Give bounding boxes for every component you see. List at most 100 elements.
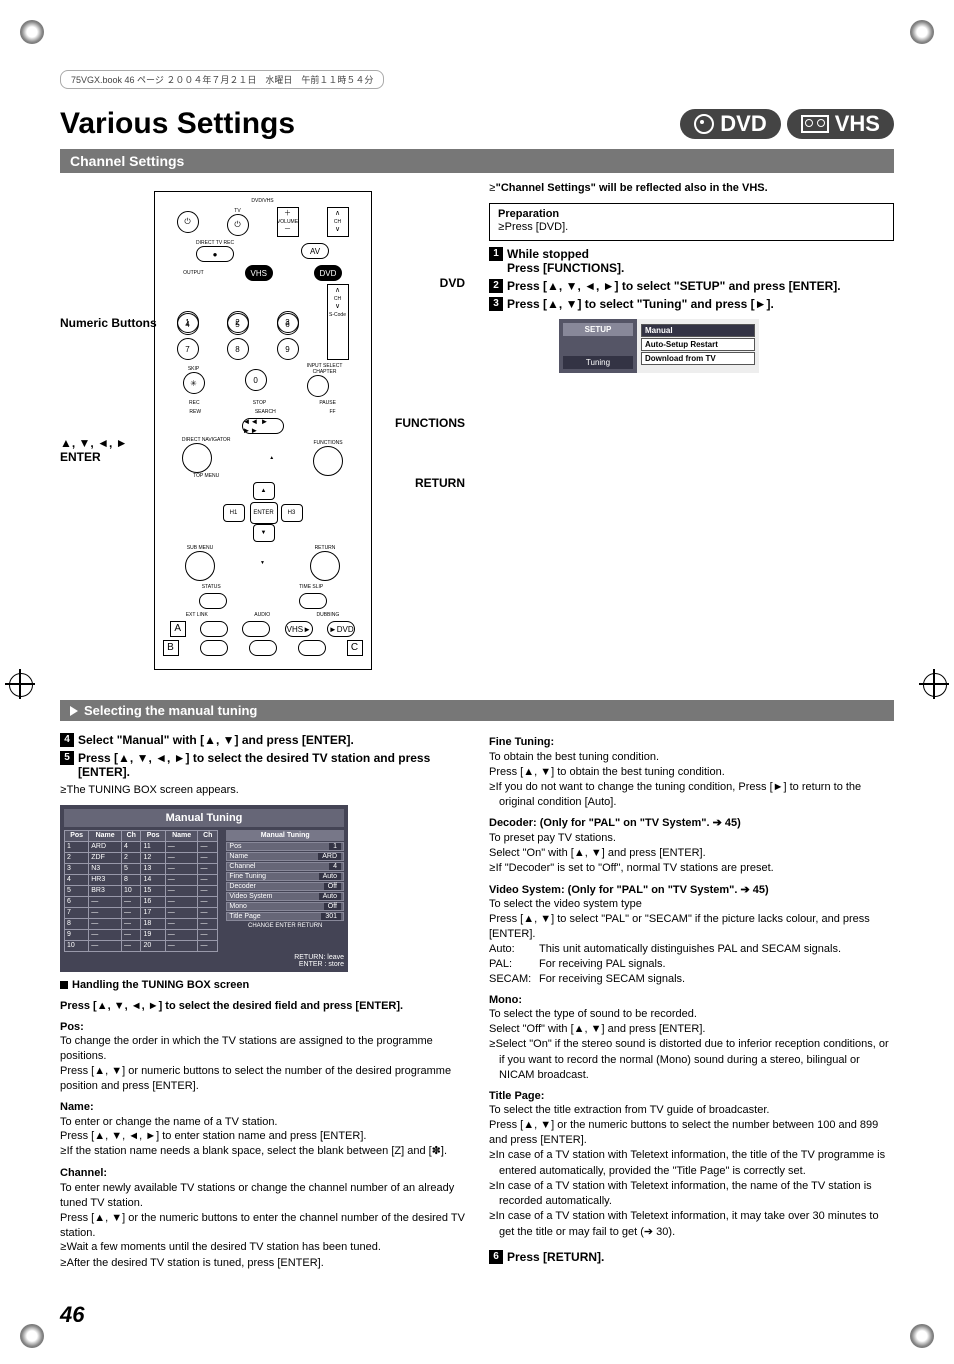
sub-section-selecting: Selecting the manual tuning (60, 700, 894, 721)
mono-p2: Select "Off" with [▲, ▼] and press [ENTE… (489, 1022, 894, 1037)
return-button-icon (310, 551, 340, 581)
decoder-head: Decoder: (Only for "PAL" on "TV System".… (489, 816, 894, 831)
status-button-icon (199, 593, 227, 609)
remote-lbl-pause: PAUSE (319, 400, 336, 406)
name-p1: To enter or change the name of a TV stat… (60, 1115, 465, 1130)
ch-rocker-2-icon: ∧ CH ∨ S-Code (327, 284, 349, 360)
channel-p1: To enter newly available TV stations or … (60, 1181, 465, 1211)
dvd-badge: DVD (680, 109, 780, 139)
decoder-p2: Select "On" with [▲, ▼] and press [ENTER… (489, 846, 894, 861)
crop-mark-icon (910, 1324, 934, 1348)
preparation-box: Preparation ≥Press [DVD]. (489, 203, 894, 241)
remote-lbl-directnav: DIRECT NAVIGATOR (182, 437, 231, 443)
remote-lbl-audio: AUDIO (254, 612, 270, 618)
preparation-title: Preparation (498, 208, 885, 220)
av-button-icon: AV (301, 243, 329, 259)
submenu-button-icon (185, 551, 215, 581)
video-head: Video System: (Only for "PAL" on "TV Sys… (489, 883, 894, 898)
table-row: 2ZDF212—— (65, 852, 218, 863)
preparation-item: ≥Press [DVD]. (498, 220, 885, 236)
num-4-button: 4 (177, 313, 199, 335)
table-row: 6——16—— (65, 896, 218, 907)
sub-section-label: Selecting the manual tuning (84, 703, 257, 718)
playbar-button-icon: ◄◄ ► ►► (242, 418, 284, 434)
remote-lbl-ff: FF (329, 409, 335, 415)
remote-lbl-topmenu: TOP MENU (182, 473, 231, 479)
kv-row: Pos1 (226, 842, 344, 851)
table-row: 4HR3814—— (65, 874, 218, 885)
volume-rocker-icon: ＋ VOLUME － (277, 207, 299, 237)
setup-panel-title: SETUP (563, 323, 633, 336)
pos-head: Pos: (60, 1020, 465, 1035)
th-ch: Ch (121, 830, 141, 841)
remote-lbl-tv: TV (227, 208, 249, 214)
directrec-button-icon: ● (196, 246, 234, 262)
section-channel-settings: Channel Settings (60, 149, 894, 173)
fine-b1: ≥If you do not want to change the tuning… (489, 780, 894, 811)
dub-vhs-button: VHS► (285, 621, 313, 637)
remote-lbl-functions: FUNCTIONS (313, 440, 343, 446)
handling-intro: Press [▲, ▼, ◄, ►] to select the desired… (60, 999, 465, 1014)
step-4: 4 Select "Manual" with [▲, ▼] and press … (60, 733, 465, 747)
extlink-button-icon (200, 621, 228, 637)
remote-lbl-return: RETURN (310, 545, 340, 551)
table-row: 7——17—— (65, 907, 218, 918)
step-num-3: 3 (489, 297, 503, 311)
remote-lbl-skip: SKIP (183, 366, 205, 372)
kv-row: NameARD (226, 852, 344, 861)
note-reflected: ≥"Channel Settings" will be reflected al… (489, 181, 894, 197)
num-0-button: 0 (245, 369, 267, 391)
step-6: 6 Press [RETURN]. (489, 1250, 894, 1264)
tuning-appears: ≥The TUNING BOX screen appears. (60, 783, 465, 799)
remote-lbl-scode: S-Code (329, 312, 346, 318)
vhs-badge-label: VHS (835, 111, 880, 137)
bottom-button-1 (200, 640, 228, 656)
name-p2: Press [▲, ▼, ◄, ►] to enter station name… (60, 1129, 465, 1144)
letter-b: B (163, 640, 179, 656)
num-6-button: 6 (277, 313, 299, 335)
side-change: CHANGE (248, 923, 274, 929)
black-square-icon (60, 981, 68, 989)
step-3: 3 Press [▲, ▼] to select "Tuning" and pr… (489, 297, 894, 311)
side-enter: ENTER (275, 923, 295, 929)
callout-functions: FUNCTIONS (395, 416, 465, 430)
step-num-4: 4 (60, 733, 74, 747)
remote-lbl-output: OUTPUT (183, 270, 204, 276)
video-pal: PAL:For receiving PAL signals. (489, 957, 894, 972)
kv-row: Video SystemAuto (226, 892, 344, 901)
page-title: Various Settings (60, 107, 295, 141)
th-name2: Name (165, 830, 198, 841)
input-button-icon (307, 375, 329, 397)
letter-a: A (170, 621, 186, 637)
table-row: 3N3513—— (65, 863, 218, 874)
crop-mark-icon (20, 1324, 44, 1348)
audio-button-icon (242, 621, 270, 637)
title-p1: To select the title extraction from TV g… (489, 1103, 894, 1118)
remote-lbl-dubbing: DUBBING (317, 612, 340, 618)
foot-enter: ENTER : store (64, 961, 344, 968)
decoder-b1: ≥If "Decoder" is set to "Off", normal TV… (489, 861, 894, 877)
print-meta: 75VGX.book 46 ページ ２００４年７月２１日 水曜日 午前１１時５４… (60, 70, 384, 89)
title-b2: ≥In case of a TV station with Teletext i… (489, 1179, 894, 1210)
page-number: 46 (60, 1302, 894, 1328)
manual-tuning-panel: Manual Tuning Pos Name Ch Pos Name Ch 1A… (60, 805, 348, 972)
th-pos2: Pos (141, 830, 165, 841)
power-button-icon: ⏻ (177, 211, 199, 233)
remote-lbl-chapter: CHAPTER (307, 369, 343, 375)
fine-p2: Press [▲, ▼] to obtain the best tuning c… (489, 765, 894, 780)
kv-row: Fine TuningAuto (226, 872, 344, 881)
step-5: 5 Press [▲, ▼, ◄, ►] to select the desir… (60, 751, 465, 779)
table-row: 1ARD411—— (65, 841, 218, 852)
remote-lbl-dvdvhs: DVD/VHS (163, 198, 363, 204)
ch-rocker-icon: ∧ CH ∨ (327, 207, 349, 237)
side-title: Manual Tuning (226, 830, 344, 841)
remote-lbl-search: SEARCH (255, 409, 276, 415)
dvd-badge-label: DVD (720, 111, 766, 137)
triangle-icon (70, 706, 78, 716)
skip-button-icon: ✳ (183, 372, 205, 394)
th-name: Name (89, 830, 122, 841)
side-return: RETURN (297, 923, 322, 929)
bottom-button-3 (298, 640, 326, 656)
title-p2: Press [▲, ▼] or the numeric buttons to s… (489, 1118, 894, 1148)
title-b1: ≥In case of a TV station with Teletext i… (489, 1148, 894, 1179)
